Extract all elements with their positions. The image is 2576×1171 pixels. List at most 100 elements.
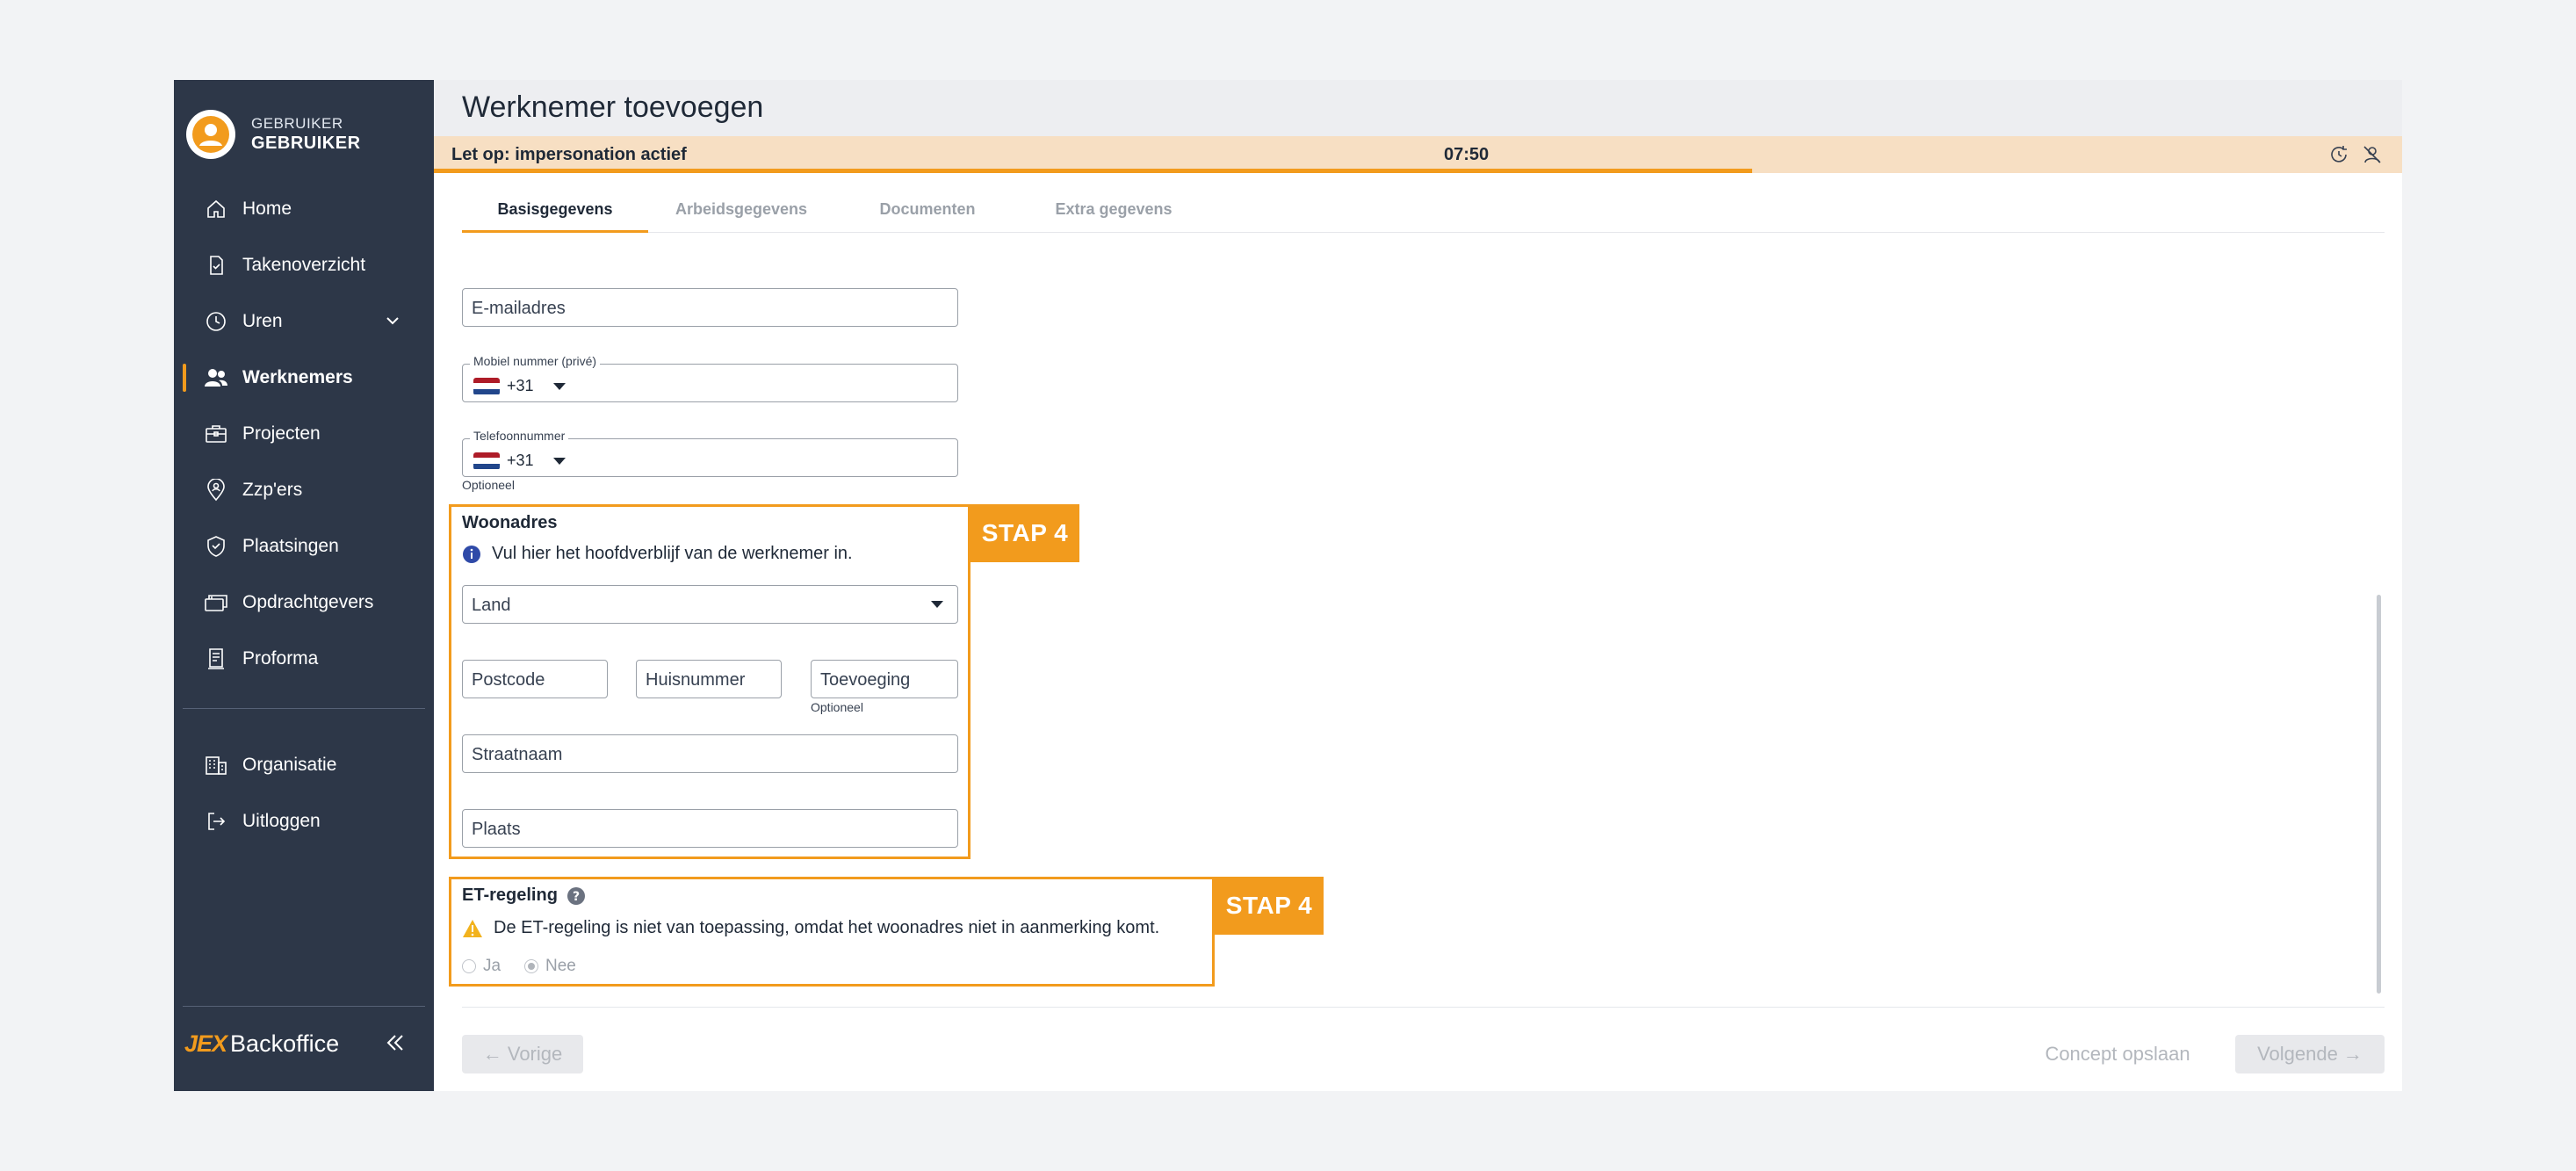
collapse-sidebar-icon[interactable] — [383, 1030, 408, 1059]
impersonation-progress-bar — [434, 169, 1753, 173]
address-info: Vul hier het hoofdverblijf van de werkne… — [462, 544, 853, 564]
email-placeholder: E-mailadres — [472, 299, 566, 318]
sidebar-item-plaatsingen[interactable]: Plaatsingen — [174, 518, 434, 575]
sidebar-item-proforma[interactable]: Proforma — [174, 631, 434, 687]
home-icon — [204, 197, 228, 221]
sidebar-item-opdrachtgevers[interactable]: Opdrachtgevers — [174, 575, 434, 631]
previous-button[interactable]: ← Vorige — [462, 1035, 583, 1073]
save-draft-button[interactable]: Concept opslaan — [2030, 1035, 2205, 1073]
clock-icon — [204, 309, 228, 334]
address-section-title: Woonadres — [462, 513, 558, 532]
et-title-text: ET-regeling — [462, 885, 558, 905]
sidebar-divider — [183, 1006, 425, 1007]
housenumber-placeholder: Huisnummer — [646, 670, 746, 690]
stop-impersonation-icon[interactable] — [2362, 144, 2383, 170]
sidebar-item-zzpers[interactable]: Zzp'ers — [174, 462, 434, 518]
phone-number-label: Telefoonnummer — [470, 429, 569, 443]
caret-down-icon — [552, 457, 566, 465]
mobile-country-code-select[interactable]: +31 — [473, 377, 566, 395]
country-select[interactable]: Land — [462, 585, 958, 624]
tab-extra-gegevens[interactable]: Extra gegevens — [1021, 192, 1207, 233]
et-section-title: ET-regeling ? — [462, 885, 586, 906]
street-field[interactable]: Straatnaam — [462, 734, 958, 773]
radio-unchecked-icon — [462, 959, 476, 973]
phone-optional-helper: Optioneel — [462, 478, 515, 492]
sidebar-item-uitloggen[interactable]: Uitloggen — [174, 793, 434, 849]
caret-down-icon — [552, 382, 566, 390]
chevron-down-icon[interactable] — [385, 313, 400, 334]
postcode-field[interactable]: Postcode — [462, 660, 608, 698]
city-field[interactable]: Plaats — [462, 809, 958, 848]
et-step-tag: STAP 4 — [1215, 877, 1324, 935]
mobile-number-field[interactable]: Mobiel nummer (privé) +31 — [462, 354, 958, 402]
addition-field[interactable]: Toevoeging — [811, 660, 958, 698]
sidebar-item-label: Proforma — [242, 648, 319, 669]
brand-mark: JEX — [184, 1030, 227, 1057]
street-placeholder: Straatnaam — [472, 745, 563, 764]
impersonation-banner: Let op: impersonation actief 07:50 — [434, 136, 2402, 173]
sidebar-item-label: Werknemers — [242, 367, 353, 387]
nl-flag-icon — [473, 452, 500, 470]
sidebar-item-label: Plaatsingen — [242, 536, 339, 556]
sidebar-item-label: Takenoverzicht — [242, 255, 366, 275]
sidebar-item-projecten[interactable]: Projecten — [174, 406, 434, 462]
user-profile[interactable]: GEBRUIKER GEBRUIKER — [186, 110, 361, 159]
caret-down-icon — [931, 601, 943, 608]
et-option-nee[interactable]: Nee — [524, 957, 576, 976]
next-button[interactable]: Volgende → — [2235, 1035, 2385, 1073]
page-header: Werknemer toevoegen 67 — [434, 80, 2402, 136]
nl-flag-icon — [473, 377, 500, 395]
et-warning-text: De ET-regeling is niet van toepassing, o… — [494, 918, 1160, 937]
phone-number-field[interactable]: Telefoonnummer +31 — [462, 429, 958, 477]
refresh-timer-icon[interactable] — [2328, 144, 2349, 170]
brand-name: Backoffice — [230, 1030, 340, 1057]
sidebar-item-label: Uitloggen — [242, 811, 321, 831]
sidebar-item-werknemers[interactable]: Werknemers — [174, 350, 434, 406]
addition-placeholder: Toevoeging — [820, 670, 911, 690]
avatar — [186, 110, 235, 159]
main-nav: Home Takenoverzicht Uren Werknemers Proj… — [174, 181, 434, 687]
invoice-icon — [204, 647, 228, 671]
sidebar-item-takenoverzicht[interactable]: Takenoverzicht — [174, 237, 434, 293]
svg-text:?: ? — [573, 890, 580, 904]
sidebar-item-home[interactable]: Home — [174, 181, 434, 237]
tab-documenten[interactable]: Documenten — [834, 192, 1021, 233]
briefcase-icon — [204, 422, 228, 446]
radio-checked-icon — [524, 959, 538, 973]
sidebar-item-organisatie[interactable]: Organisatie — [174, 737, 434, 793]
et-option-nee-label: Nee — [545, 957, 576, 975]
page-title: Werknemer toevoegen — [462, 90, 764, 124]
mobile-number-label: Mobiel nummer (privé) — [470, 354, 601, 368]
phone-country-code-select[interactable]: +31 — [473, 452, 566, 470]
et-option-ja[interactable]: Ja — [462, 957, 501, 976]
info-icon — [462, 545, 481, 564]
sidebar-item-label: Zzp'ers — [242, 480, 303, 500]
content-scrollbar[interactable] — [2377, 595, 2381, 994]
housenumber-field[interactable]: Huisnummer — [636, 660, 782, 698]
form-tabs: Basisgegevens Arbeidsgegevens Documenten… — [462, 192, 2385, 233]
city-placeholder: Plaats — [472, 820, 521, 839]
sidebar-item-label: Home — [242, 199, 292, 219]
sidebar-item-label: Projecten — [242, 423, 321, 444]
shield-check-icon — [204, 534, 228, 559]
help-icon[interactable]: ? — [566, 886, 586, 906]
impersonation-text: Let op: impersonation actief — [451, 145, 687, 164]
user-name-line2: GEBRUIKER — [251, 134, 361, 154]
location-person-icon — [204, 478, 228, 502]
app-window: GEBRUIKER GEBRUIKER Home Takenoverzicht — [174, 80, 2402, 1091]
user-avatar-icon — [192, 116, 229, 153]
tab-arbeidsgegevens[interactable]: Arbeidsgegevens — [648, 192, 834, 233]
footer-divider — [462, 1007, 2385, 1008]
et-option-ja-label: Ja — [483, 957, 501, 975]
email-field[interactable]: E-mailadres — [462, 288, 958, 327]
phone-country-code: +31 — [507, 452, 534, 469]
task-document-icon — [204, 253, 228, 278]
impersonation-timer: 07:50 — [1444, 145, 1490, 164]
user-name-line1: GEBRUIKER — [251, 114, 343, 132]
people-icon — [204, 365, 228, 390]
address-step-tag: STAP 4 — [971, 504, 1079, 562]
sidebar-item-uren[interactable]: Uren — [174, 293, 434, 350]
tab-basisgegevens[interactable]: Basisgegevens — [462, 192, 648, 233]
address-info-text: Vul hier het hoofdverblijf van de werkne… — [492, 544, 853, 563]
brand-logo: JEX Backoffice — [184, 1030, 339, 1058]
